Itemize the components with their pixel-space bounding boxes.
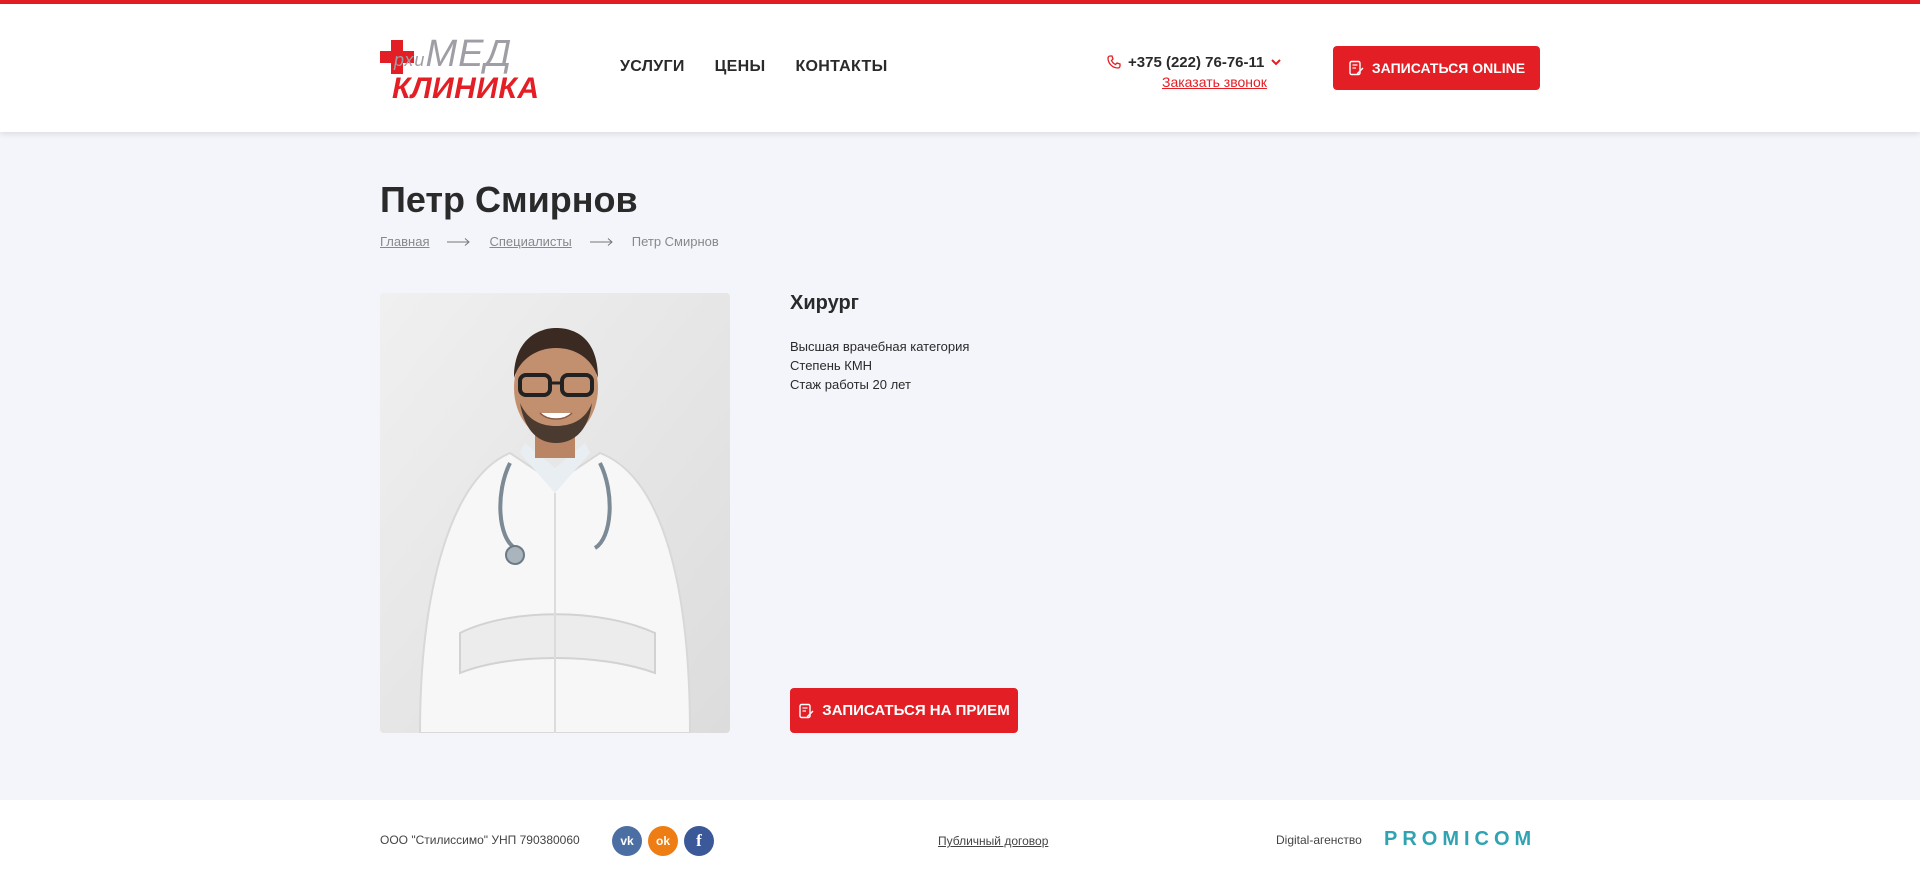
- breadcrumb-current: Петр Смирнов: [631, 234, 719, 249]
- phone-number[interactable]: +375 (222) 76-76-11: [1128, 54, 1264, 71]
- nav-item-contacts[interactable]: КОНТАКТЫ: [795, 58, 887, 76]
- site-footer: ООО "Стилиссимо" УНП 790380060 vk ok f П…: [0, 800, 1920, 880]
- public-contract-link[interactable]: Публичный договор: [938, 834, 1048, 848]
- arrow-right-icon: [589, 237, 613, 246]
- phone-icon: [1107, 55, 1121, 69]
- doctor-category: Высшая врачебная категория: [790, 339, 970, 354]
- main-nav: УСЛУГИ ЦЕНЫ КОНТАКТЫ: [620, 58, 888, 76]
- doctor-details: Высшая врачебная категория Степень КМН С…: [790, 337, 969, 394]
- book-appointment-button[interactable]: ЗАПИСАТЬСЯ НА ПРИЕМ: [790, 688, 1018, 733]
- agency-logo[interactable]: PROMICOM: [1384, 828, 1536, 851]
- vk-icon[interactable]: vk: [612, 826, 642, 856]
- odnoklassniki-icon[interactable]: ok: [648, 826, 678, 856]
- breadcrumb: Главная Специалисты Петр Смирнов: [380, 234, 719, 249]
- edit-note-icon: [799, 703, 814, 718]
- logo-wordmark-bottom: КЛИНИКА: [392, 72, 540, 105]
- contact-block: +375 (222) 76-76-11 Заказать звонок: [1106, 52, 1296, 90]
- arrow-right-icon: [447, 237, 471, 246]
- breadcrumb-home[interactable]: Главная: [380, 234, 429, 249]
- doctor-portrait-image: [380, 293, 730, 733]
- doctor-photo: [380, 293, 730, 733]
- site-header: рхиМЕД КЛИНИКА УСЛУГИ ЦЕНЫ КОНТАКТЫ +375…: [0, 4, 1920, 132]
- facebook-icon[interactable]: f: [684, 826, 714, 856]
- phone-row[interactable]: +375 (222) 76-76-11: [1106, 52, 1296, 72]
- book-online-button[interactable]: ЗАПИСАТЬСЯ ONLINE: [1333, 46, 1540, 90]
- doctor-experience: Стаж работы 20 лет: [790, 377, 911, 392]
- nav-item-prices[interactable]: ЦЕНЫ: [715, 58, 766, 76]
- social-links: vk ok f: [612, 826, 714, 856]
- doctor-degree: Степень КМН: [790, 358, 873, 373]
- page-title: Петр Смирнов: [380, 179, 638, 220]
- chevron-down-icon[interactable]: [1270, 56, 1282, 68]
- request-callback-link[interactable]: Заказать звонок: [1162, 74, 1296, 90]
- doctor-specialty: Хирург: [790, 292, 859, 314]
- edit-note-icon: [1349, 60, 1364, 76]
- book-appointment-label: ЗАПИСАТЬСЯ НА ПРИЕМ: [822, 702, 1010, 719]
- agency-label: Digital-агенство: [1276, 833, 1362, 847]
- clinic-logo[interactable]: рхиМЕД КЛИНИКА: [380, 34, 539, 104]
- nav-item-services[interactable]: УСЛУГИ: [620, 58, 685, 76]
- breadcrumb-specialists[interactable]: Специалисты: [489, 234, 571, 249]
- company-info: ООО "Стилиссимо" УНП 790380060: [380, 833, 580, 847]
- book-online-label: ЗАПИСАТЬСЯ ONLINE: [1371, 60, 1526, 76]
